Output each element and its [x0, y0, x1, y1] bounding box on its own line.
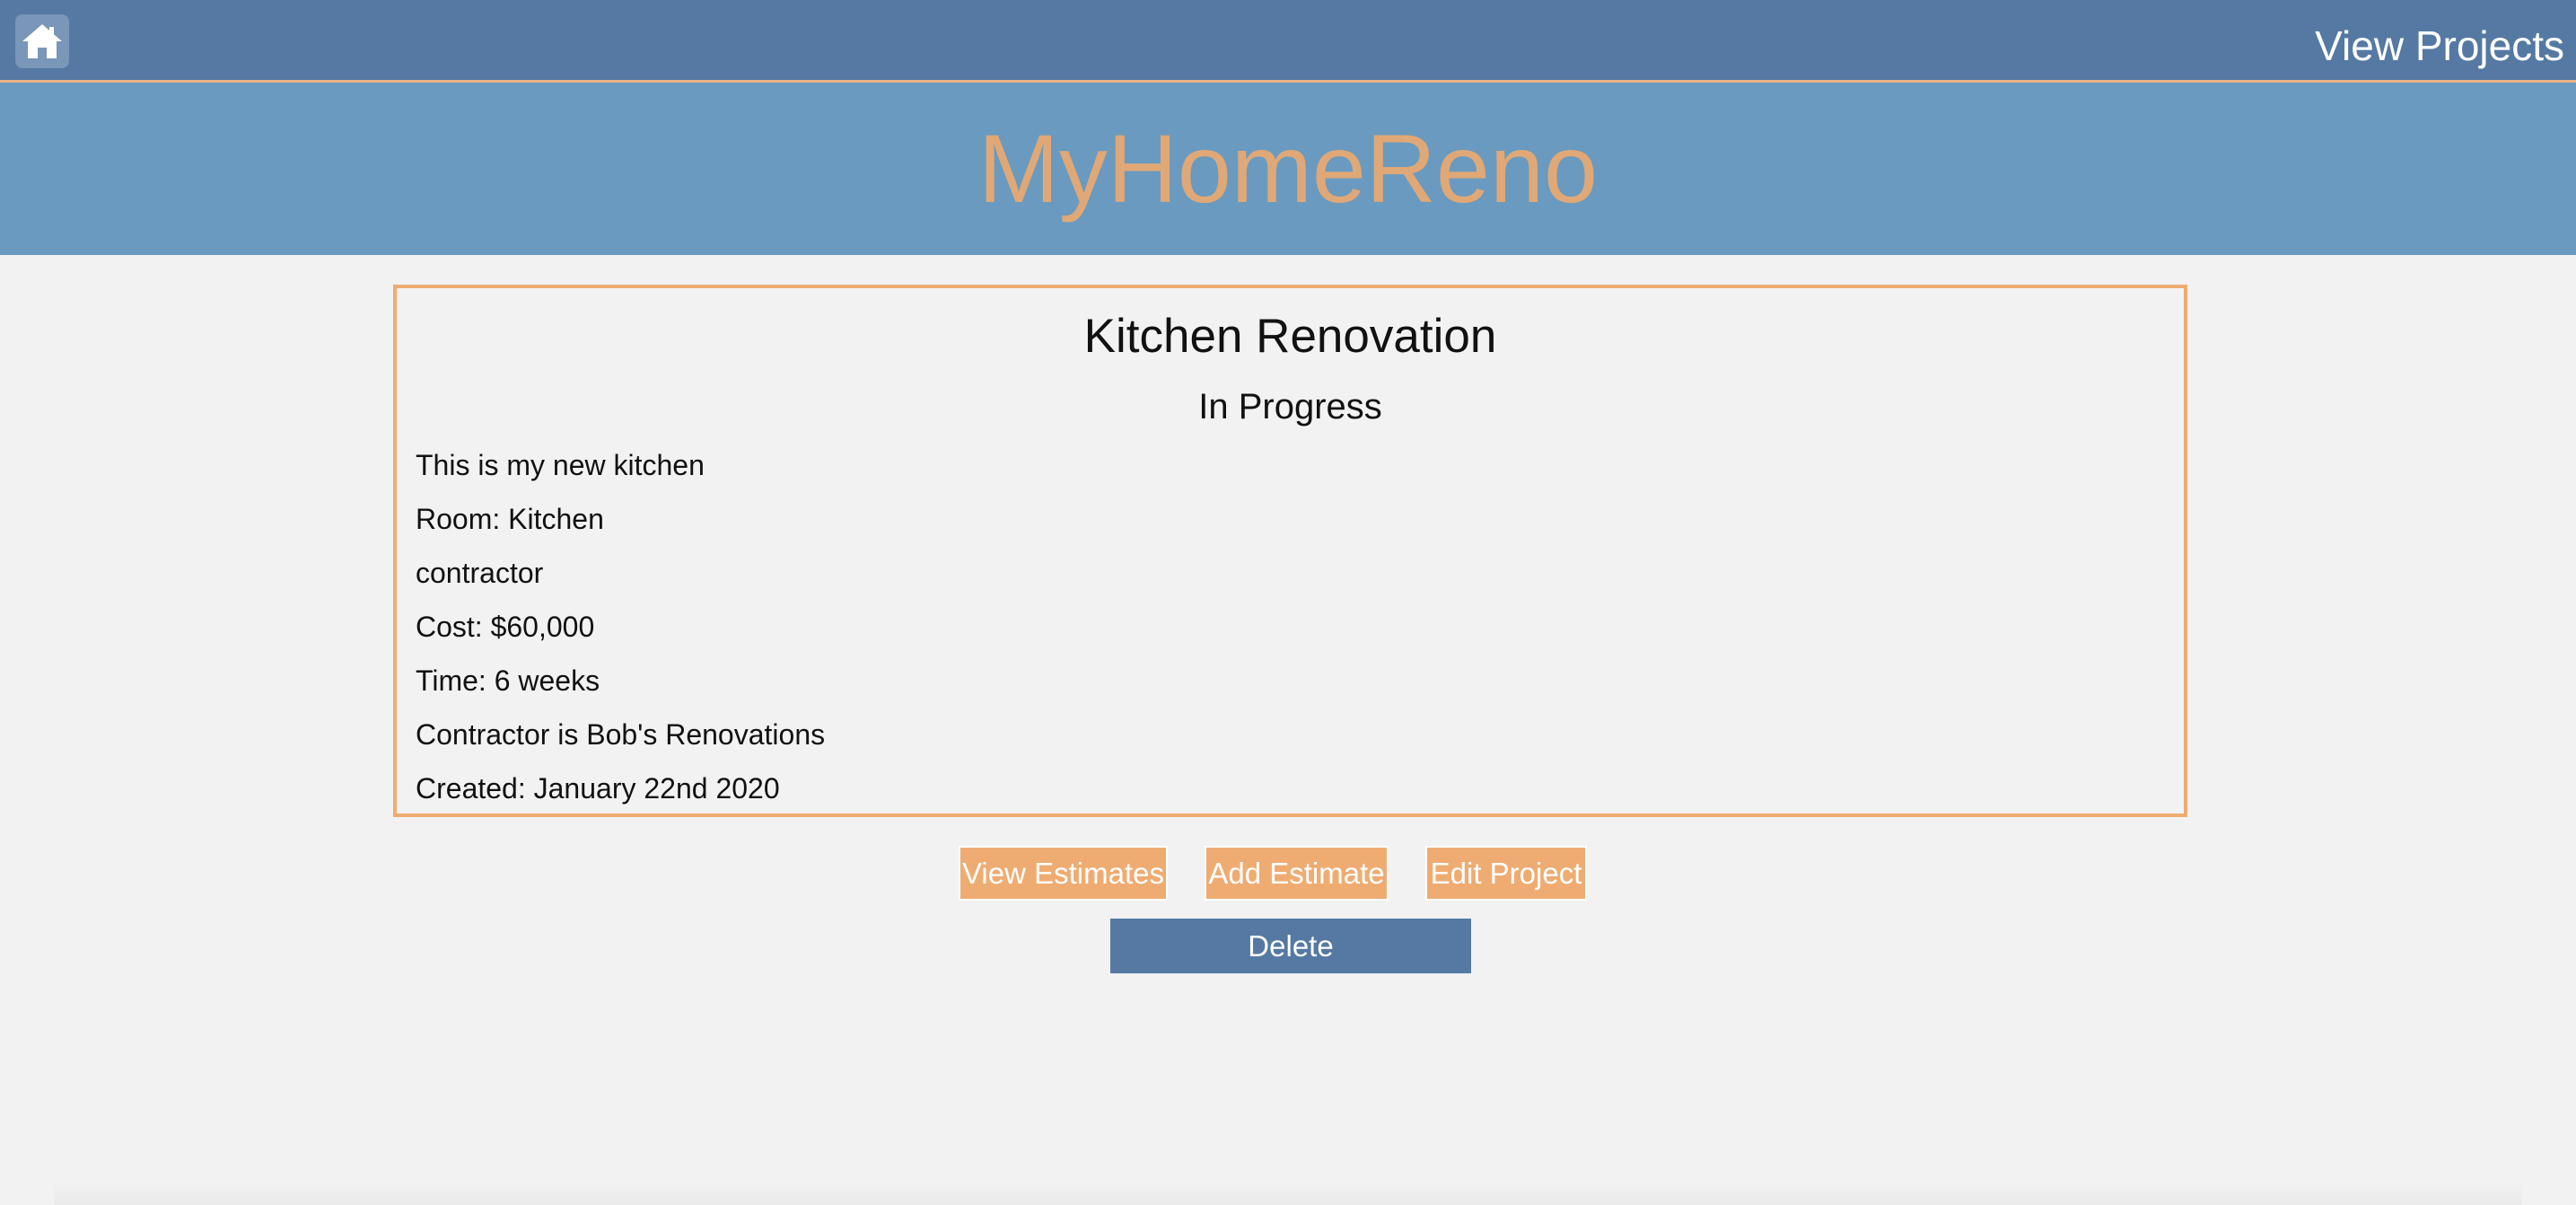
home-button[interactable] [15, 14, 69, 68]
project-room: Room: Kitchen [416, 503, 604, 535]
project-created-date: Created: January 22nd 2020 [416, 772, 780, 805]
project-time: Time: 6 weeks [416, 664, 600, 697]
page-bottom-shadow [54, 1183, 2522, 1205]
view-projects-link[interactable]: View Projects [2315, 22, 2564, 71]
brand-title: MyHomeReno [977, 114, 1599, 223]
delete-button[interactable]: Delete [1110, 919, 1471, 973]
project-type: contractor [416, 557, 544, 589]
project-status: In Progress [1198, 387, 1382, 427]
add-estimate-button[interactable]: Add Estimate [1205, 846, 1389, 901]
project-cost: Cost: $60,000 [416, 611, 595, 643]
project-card: Kitchen Renovation In Progress This is m… [393, 285, 2187, 817]
view-estimates-button[interactable]: View Estimates [959, 846, 1168, 901]
edit-project-button[interactable]: Edit Project [1425, 846, 1587, 901]
project-description: This is my new kitchen [416, 449, 705, 481]
header-banner: MyHomeReno [0, 83, 2576, 255]
top-nav-bar: View Projects [0, 0, 2576, 83]
project-title: Kitchen Renovation [1083, 310, 1497, 363]
project-contractor: Contractor is Bob's Renovations [416, 718, 826, 751]
home-icon [22, 24, 62, 58]
